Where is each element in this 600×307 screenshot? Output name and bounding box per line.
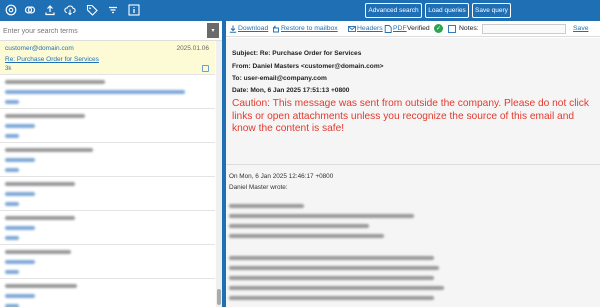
redacted-text xyxy=(5,192,35,196)
redacted-text xyxy=(5,216,75,220)
redacted-text xyxy=(5,148,93,152)
redacted-text xyxy=(229,276,434,280)
redacted-text xyxy=(5,250,71,254)
header-subject: Subject: Re: Purchase Order for Services xyxy=(232,50,362,57)
load-queries-button[interactable]: Load queries xyxy=(425,3,469,18)
header-to: To: user-email@company.com xyxy=(232,75,327,82)
filter-icon[interactable] xyxy=(107,4,119,16)
advanced-search-button[interactable]: Advanced search xyxy=(365,3,422,18)
pdf-icon[interactable] xyxy=(384,25,392,33)
redacted-text xyxy=(5,114,85,118)
redacted-text xyxy=(5,158,35,162)
redacted-text xyxy=(5,90,185,94)
search-input[interactable] xyxy=(3,24,203,38)
header-date: Date: Mon, 6 Jan 2025 17:51:13 +0800 xyxy=(232,87,350,94)
search-bar: ▾ xyxy=(0,21,222,41)
download-link[interactable]: Download xyxy=(238,25,268,32)
redacted-text xyxy=(229,224,369,228)
download-icon[interactable] xyxy=(229,25,237,33)
notes-label: Notes: xyxy=(459,25,479,32)
redacted-text xyxy=(229,256,434,260)
headers-link[interactable]: Headers xyxy=(357,25,383,32)
redacted-text xyxy=(229,234,384,238)
redacted-text xyxy=(5,182,75,186)
redacted-text xyxy=(5,226,35,230)
redacted-text xyxy=(229,286,444,290)
list-scrollbar-thumb[interactable] xyxy=(217,289,221,305)
list-item[interactable] xyxy=(0,211,215,245)
redacted-text xyxy=(229,204,304,208)
redacted-text xyxy=(5,236,19,240)
message-list-pane: ▾ customer@domain.com 2025.01.06 Re: Pur… xyxy=(0,21,222,307)
list-item[interactable]: customer@domain.com 2025.01.06 Re: Purch… xyxy=(0,41,215,75)
cloud-download-icon[interactable] xyxy=(64,4,76,16)
notes-input[interactable] xyxy=(482,24,566,34)
message-from: customer@domain.com xyxy=(5,45,74,52)
tag-icon[interactable] xyxy=(86,4,98,16)
list-item[interactable] xyxy=(0,109,215,143)
save-notes-link[interactable]: Save xyxy=(573,25,589,32)
redacted-text xyxy=(229,214,414,218)
redacted-text xyxy=(5,270,19,274)
redacted-text xyxy=(5,294,35,298)
redacted-text xyxy=(5,124,35,128)
redacted-text xyxy=(5,134,19,138)
redacted-text xyxy=(5,80,105,84)
link-icon[interactable] xyxy=(24,4,36,16)
edit-icon[interactable] xyxy=(448,25,456,33)
redacted-text xyxy=(5,100,19,104)
list-item[interactable] xyxy=(0,279,215,307)
quote-header: On Mon, 6 Jan 2025 12:46:17 +0800 xyxy=(229,173,334,180)
list-item[interactable] xyxy=(0,75,215,109)
viewer-actions: Download Restore to mailbox Headers PDF … xyxy=(226,21,600,37)
edit-icon[interactable] xyxy=(202,65,209,72)
message-list: customer@domain.com 2025.01.06 Re: Purch… xyxy=(0,41,222,307)
message-header: Subject: Re: Purchase Order for Services… xyxy=(226,38,600,164)
list-item[interactable] xyxy=(0,143,215,177)
list-item[interactable] xyxy=(0,245,215,279)
pdf-link[interactable]: PDF xyxy=(393,25,407,32)
restore-to-mailbox-link[interactable]: Restore to mailbox xyxy=(281,25,338,32)
redacted-text xyxy=(229,296,434,300)
verified-check-icon: ✓ xyxy=(434,24,443,33)
redacted-text xyxy=(229,266,439,270)
toolbar: Advanced search Load queries Save query xyxy=(0,0,600,21)
search-dropdown-button[interactable]: ▾ xyxy=(207,23,219,38)
message-body: On Mon, 6 Jan 2025 12:46:17 +0800 Daniel… xyxy=(226,164,600,307)
save-query-button[interactable]: Save query xyxy=(472,3,511,18)
upload-icon[interactable] xyxy=(44,4,56,16)
message-date: 2025.01.06 xyxy=(176,45,209,52)
message-size: 3k xyxy=(5,66,12,72)
message-viewer: Download Restore to mailbox Headers PDF … xyxy=(226,21,600,307)
quote-author: Daniel Master wrote: xyxy=(229,184,288,191)
at-sign-icon[interactable] xyxy=(5,4,17,16)
message-subject[interactable]: Re: Purchase Order for Services xyxy=(5,56,99,63)
info-icon[interactable] xyxy=(128,4,140,16)
envelope-icon[interactable] xyxy=(348,25,356,33)
redacted-text xyxy=(5,202,19,206)
restore-icon[interactable] xyxy=(272,25,280,33)
redacted-text xyxy=(5,260,35,264)
header-from: From: Daniel Masters <customer@domain.co… xyxy=(232,63,384,70)
redacted-text xyxy=(5,168,19,172)
redacted-text xyxy=(5,284,77,288)
list-item[interactable] xyxy=(0,177,215,211)
external-sender-warning: Caution: This message was sent from outs… xyxy=(232,98,589,135)
verified-label: Verified xyxy=(407,25,430,32)
